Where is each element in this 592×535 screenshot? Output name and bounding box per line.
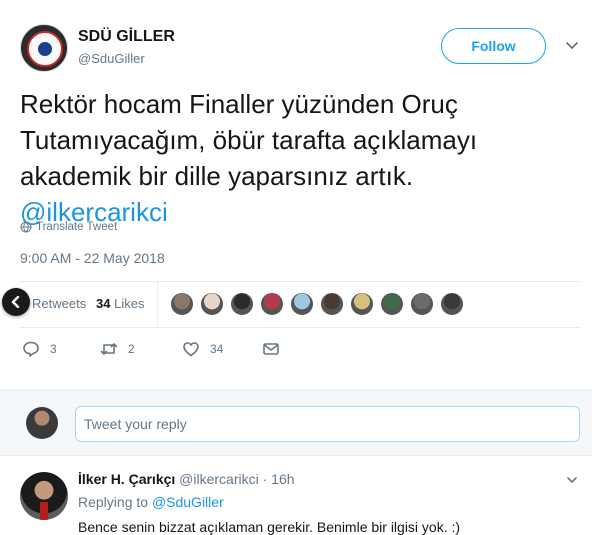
author-name[interactable]: SDÜ GİLLER xyxy=(78,28,175,46)
liker-avatar[interactable] xyxy=(320,292,344,316)
tweet-text-line: Rektör hocam Finaller yüzünden Oruç xyxy=(20,89,458,119)
translate-tweet-link[interactable]: Translate Tweet xyxy=(20,221,117,233)
reply-icon xyxy=(23,341,39,357)
university-seal-icon xyxy=(27,31,63,67)
liker-avatar[interactable] xyxy=(380,292,404,316)
replying-to-label: Replying to xyxy=(78,494,149,510)
tweet-text-line: akademik bir dille yaparsınız artık. xyxy=(20,161,414,191)
translate-label: Translate Tweet xyxy=(36,221,118,233)
liker-avatar[interactable] xyxy=(200,292,224,316)
direct-message-action[interactable] xyxy=(262,340,280,358)
reply-header: İlker H. Çarıkçı @ilkercarikci · 16h xyxy=(78,471,295,487)
tweet-stats: Retweets 34 Likes xyxy=(20,282,580,327)
chevron-left-icon xyxy=(11,296,20,308)
like-action[interactable]: 34 xyxy=(182,340,223,358)
current-user-avatar xyxy=(26,407,58,439)
liker-avatar[interactable] xyxy=(170,292,194,316)
author-avatar[interactable] xyxy=(20,24,68,72)
likes-label: Likes xyxy=(114,296,145,311)
reply-input[interactable]: Tweet your reply xyxy=(75,406,580,442)
tweet-actions: 3 2 34 xyxy=(20,340,320,364)
likes-count: 34 xyxy=(96,296,111,311)
retweets-stat[interactable]: Retweets xyxy=(32,296,86,311)
likes-stat[interactable]: 34 Likes xyxy=(96,296,144,311)
reply-count: 3 xyxy=(50,342,57,356)
retweet-action[interactable]: 2 xyxy=(100,340,135,358)
liker-avatar[interactable] xyxy=(410,292,434,316)
like-count: 34 xyxy=(210,342,224,356)
envelope-icon xyxy=(263,343,279,355)
tweet-text-line: Tutamıyacağım, öbür tarafta açıklamayı xyxy=(20,125,478,155)
tweet-timestamp: 9:00 AM - 22 May 2018 xyxy=(20,250,165,266)
reply-time[interactable]: · 16h xyxy=(263,471,295,487)
reply-tweet[interactable]: İlker H. Çarıkçı @ilkercarikci · 16h Rep… xyxy=(0,462,592,535)
replying-to: Replying to @SduGiller xyxy=(78,494,224,510)
retweet-count: 2 xyxy=(128,342,135,356)
liker-avatar[interactable] xyxy=(350,292,374,316)
replying-to-mention[interactable]: @SduGiller xyxy=(152,494,224,510)
chevron-down-icon[interactable] xyxy=(566,474,578,486)
globe-icon xyxy=(20,221,32,233)
reply-author-name[interactable]: İlker H. Çarıkçı xyxy=(78,471,175,487)
reply-action[interactable]: 3 xyxy=(22,340,57,358)
retweet-icon xyxy=(100,343,118,355)
previous-button[interactable] xyxy=(2,288,30,316)
author-handle[interactable]: @SduGiller xyxy=(78,51,145,66)
main-tweet: SDÜ GİLLER @SduGiller Follow Rektör hoca… xyxy=(0,0,592,390)
likers-avatars xyxy=(170,292,464,316)
reply-composer: Tweet your reply xyxy=(0,390,592,456)
liker-avatar[interactable] xyxy=(230,292,254,316)
reply-text: Bence senin bizzat açıklaman gerekir. Be… xyxy=(78,519,461,535)
reply-author-avatar[interactable] xyxy=(20,472,68,520)
liker-avatar[interactable] xyxy=(260,292,284,316)
liker-avatar[interactable] xyxy=(290,292,314,316)
reply-author-handle[interactable]: @ilkercarikci xyxy=(179,471,259,487)
follow-button[interactable]: Follow xyxy=(441,28,546,64)
heart-icon xyxy=(183,342,199,357)
liker-avatar[interactable] xyxy=(440,292,464,316)
divider xyxy=(157,282,158,327)
tweet-text: Rektör hocam Finaller yüzünden Oruç Tuta… xyxy=(20,86,580,230)
chevron-down-icon[interactable] xyxy=(565,38,579,52)
divider xyxy=(20,327,580,328)
